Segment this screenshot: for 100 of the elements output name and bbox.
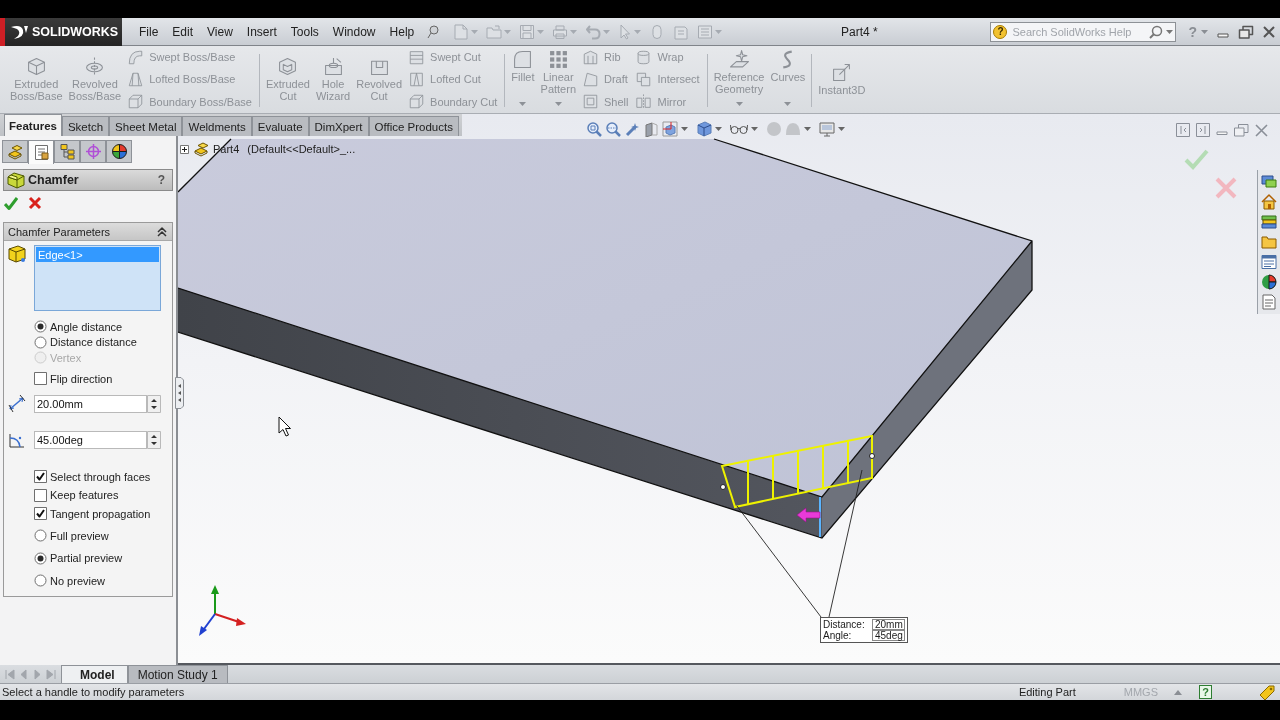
angle-field[interactable]: 45.00deg bbox=[34, 430, 147, 449]
radio-button[interactable] bbox=[34, 551, 47, 565]
command-tab[interactable]: Sketch bbox=[61, 116, 110, 136]
checkbox[interactable] bbox=[34, 488, 47, 502]
callout-value[interactable]: 45deg bbox=[872, 630, 905, 641]
close-icon[interactable] bbox=[1255, 123, 1268, 137]
option-label[interactable]: Tangent propagation bbox=[50, 507, 151, 520]
collapse-handle-icon[interactable] bbox=[175, 377, 184, 409]
radio-button[interactable] bbox=[34, 574, 47, 588]
command-tab[interactable]: Office Products bbox=[368, 116, 459, 136]
pointer-icon[interactable] bbox=[618, 23, 633, 40]
list-sheet-icon bbox=[32, 144, 50, 161]
help-mark[interactable]: ? bbox=[157, 173, 169, 187]
help-button[interactable]: ? bbox=[1199, 685, 1212, 699]
option-label[interactable]: Flip direction bbox=[50, 372, 113, 385]
spinner-arrows-icon[interactable] bbox=[147, 394, 161, 413]
menu-item[interactable]: File bbox=[132, 24, 166, 39]
monitor-icon[interactable] bbox=[819, 121, 835, 137]
option-label[interactable]: Distance distance bbox=[50, 336, 137, 349]
menu-item[interactable]: Window bbox=[325, 24, 383, 39]
radio-button[interactable] bbox=[34, 320, 47, 334]
tag-icon[interactable] bbox=[1259, 684, 1275, 700]
restore-icon[interactable] bbox=[1238, 24, 1254, 39]
option-label[interactable]: Partial preview bbox=[50, 552, 123, 565]
block-stack-icon bbox=[6, 143, 24, 160]
sparkle-plane-icon bbox=[729, 50, 749, 69]
radio-button[interactable] bbox=[34, 335, 47, 349]
skip-end-icon[interactable] bbox=[45, 667, 58, 681]
handle-icon[interactable] bbox=[869, 453, 875, 459]
option-label[interactable]: Full preview bbox=[50, 529, 109, 542]
check-icon[interactable] bbox=[1184, 149, 1209, 170]
framed-block-icon bbox=[409, 94, 425, 110]
caret-icon[interactable] bbox=[838, 127, 845, 131]
panel-tab[interactable] bbox=[28, 140, 54, 164]
command-tab[interactable]: Sheet Metal bbox=[109, 116, 183, 136]
option-label[interactable]: Keep features bbox=[50, 489, 119, 502]
framed-cube-icon[interactable] bbox=[662, 121, 678, 137]
glasses-icon[interactable] bbox=[730, 123, 748, 135]
cross-icon[interactable] bbox=[28, 196, 42, 210]
restore-icon[interactable] bbox=[1234, 123, 1249, 137]
check-icon[interactable] bbox=[4, 196, 18, 210]
caret-icon[interactable] bbox=[1166, 29, 1174, 34]
command-tab[interactable]: Weldments bbox=[182, 116, 252, 136]
undo-icon[interactable] bbox=[585, 23, 602, 40]
arrow-icon[interactable] bbox=[796, 507, 821, 523]
clipboard-icon[interactable] bbox=[673, 23, 690, 40]
caret-icon[interactable] bbox=[681, 127, 688, 131]
menu-item[interactable]: Help bbox=[382, 24, 422, 39]
magnifier-box-icon[interactable] bbox=[605, 121, 621, 137]
command-tab[interactable]: Evaluate bbox=[251, 116, 309, 136]
wand-icon[interactable] bbox=[624, 121, 640, 137]
configuration-name[interactable]: (Default<<Default>_... bbox=[247, 143, 356, 155]
caret-icon[interactable] bbox=[751, 127, 758, 131]
command-tab[interactable]: Features bbox=[4, 114, 62, 136]
tile-right-icon[interactable] bbox=[1196, 123, 1210, 137]
checkbox[interactable] bbox=[34, 507, 47, 521]
command-tab[interactable]: DimXpert bbox=[308, 116, 369, 136]
menu-item[interactable]: Insert bbox=[239, 24, 284, 39]
menu-item[interactable]: View bbox=[200, 24, 240, 39]
checkbox[interactable] bbox=[34, 470, 47, 484]
close-icon[interactable] bbox=[1262, 24, 1276, 39]
distance-field[interactable]: 20.00mm bbox=[34, 394, 147, 413]
tile-left-icon[interactable] bbox=[1176, 123, 1190, 137]
model-tab[interactable]: Motion Study 1 bbox=[127, 665, 228, 683]
search-icon[interactable] bbox=[1149, 24, 1164, 39]
half-block-icon[interactable] bbox=[643, 121, 659, 137]
menu-item[interactable]: Tools bbox=[283, 24, 326, 39]
handle-icon[interactable] bbox=[720, 484, 726, 490]
skip-start-icon[interactable] bbox=[3, 667, 16, 681]
caret-icon[interactable] bbox=[715, 127, 722, 131]
book-stack-icon[interactable] bbox=[1261, 214, 1277, 230]
option-label[interactable]: Angle distance bbox=[50, 320, 123, 333]
radio-button[interactable] bbox=[34, 529, 47, 543]
panel-tab[interactable] bbox=[106, 140, 132, 163]
model-tab[interactable]: Model bbox=[61, 665, 128, 683]
list-panel-icon[interactable] bbox=[697, 23, 714, 40]
pushpin-icon[interactable] bbox=[427, 24, 440, 39]
shaded-cube-icon[interactable] bbox=[696, 121, 712, 137]
magnifier-icon[interactable] bbox=[586, 121, 602, 137]
caret-icon[interactable] bbox=[804, 127, 811, 131]
option-label[interactable]: No preview bbox=[50, 574, 106, 587]
window-list-icon[interactable] bbox=[1261, 254, 1277, 270]
caret-icon[interactable] bbox=[1174, 689, 1182, 695]
callout-value[interactable]: 20mm bbox=[872, 619, 905, 630]
expand-box-icon[interactable] bbox=[180, 144, 189, 154]
printer-icon[interactable] bbox=[552, 23, 569, 40]
folder-icon[interactable] bbox=[1261, 234, 1277, 250]
chat-bubble-icon[interactable] bbox=[1261, 174, 1277, 190]
section-header[interactable]: Chamfer Parameters bbox=[4, 223, 172, 241]
checkbox[interactable] bbox=[34, 372, 47, 385]
caret-icon[interactable] bbox=[1201, 29, 1208, 34]
house-icon[interactable] bbox=[1261, 194, 1277, 210]
spinner-arrows-icon[interactable] bbox=[147, 430, 161, 449]
palette-ball-icon[interactable] bbox=[1261, 274, 1277, 290]
double-chevron-icon[interactable] bbox=[157, 226, 167, 237]
cursor-icon bbox=[278, 416, 291, 437]
floppy-icon[interactable] bbox=[519, 23, 536, 40]
split-block-icon bbox=[409, 72, 425, 87]
menu-item[interactable]: Edit bbox=[165, 24, 201, 39]
option-label[interactable]: Select through faces bbox=[50, 470, 151, 483]
